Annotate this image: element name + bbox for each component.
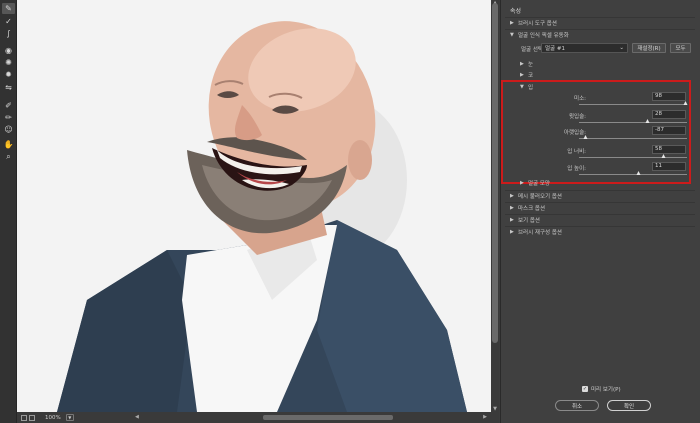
- slider-thumb[interactable]: [583, 135, 588, 139]
- scroll-left-icon[interactable]: ◀: [135, 414, 139, 421]
- section-load-mesh[interactable]: ▶ 메시 불러오기 옵션: [505, 190, 695, 200]
- expand-triangle-icon[interactable]: ▶: [510, 193, 518, 199]
- section-view-options[interactable]: ▶ 보기 옵션: [505, 214, 695, 224]
- horizontal-scrollbar[interactable]: ◀ ▶: [135, 414, 487, 421]
- slider-track[interactable]: [579, 101, 688, 105]
- expand-triangle-icon[interactable]: ▶: [510, 20, 518, 26]
- zoom-icon[interactable]: ⌕: [2, 151, 15, 162]
- collapse-triangle-icon[interactable]: ▼: [520, 84, 528, 90]
- slider-thumb[interactable]: [636, 171, 641, 175]
- slider-value-input[interactable]: 98: [652, 92, 686, 101]
- pucker-icon[interactable]: ✺: [2, 57, 15, 68]
- push-left-icon[interactable]: ⇋: [2, 82, 15, 93]
- preview-label: 미리 보기(P): [591, 387, 621, 393]
- bloat-icon[interactable]: ✹: [2, 69, 15, 80]
- vertical-scroll-thumb[interactable]: [492, 3, 498, 343]
- checkmark-icon[interactable]: ✓: [582, 386, 588, 392]
- slider-row: 미소: 98: [515, 92, 691, 110]
- cancel-button[interactable]: 취소: [555, 400, 599, 411]
- subsection-label: 눈: [528, 62, 534, 68]
- slider-value-input[interactable]: 58: [652, 145, 686, 154]
- ok-button[interactable]: 확인: [607, 400, 651, 411]
- scroll-right-icon[interactable]: ▶: [483, 414, 487, 421]
- vertical-scrollbar[interactable]: ▲ ▼: [491, 0, 499, 412]
- slider-value-input[interactable]: -87: [652, 126, 686, 135]
- subsection-eyes[interactable]: ▶ 눈: [515, 59, 533, 69]
- subsection-mouth[interactable]: ▼ 입: [515, 82, 533, 92]
- reset-button[interactable]: 재설정(R): [632, 43, 666, 53]
- section-label: 메시 불러오기 옵션: [518, 193, 562, 200]
- expand-triangle-icon[interactable]: ▶: [510, 205, 518, 211]
- section-label: 얼굴 인식 픽셀 유동화: [518, 32, 569, 39]
- section-label: 보기 옵션: [518, 217, 540, 224]
- face-select-value: 얼굴 #1: [545, 46, 565, 52]
- properties-panel: 속성 ▶ 브러시 도구 옵션 ▼ 얼굴 인식 픽셀 유동화 얼굴 선택: 얼굴 …: [500, 0, 700, 423]
- reconstruct-icon[interactable]: ✓: [2, 16, 15, 27]
- section-brush-reconstruct[interactable]: ▶ 브러시 재구성 옵션: [505, 226, 695, 236]
- preview-checkbox[interactable]: ✓ 미리 보기(P): [582, 385, 621, 393]
- horizontal-scroll-thumb[interactable]: [263, 415, 393, 420]
- subsection-label: 얼굴 모양: [528, 181, 550, 187]
- twirl-icon[interactable]: ◉: [2, 45, 15, 56]
- slider-track[interactable]: [579, 154, 687, 158]
- expand-triangle-icon[interactable]: ▶: [510, 229, 518, 235]
- tool-bar: ✎ ✓ ∫ ◉ ✺ ✹ ⇋ ✐ ✏ ☺ ✋ ⌕: [0, 0, 17, 423]
- expand-triangle-icon[interactable]: ▶: [520, 61, 528, 67]
- section-label: 브러시 도구 옵션: [518, 20, 557, 27]
- slider-track[interactable]: [579, 135, 687, 139]
- status-box-icon[interactable]: [21, 414, 27, 421]
- section-brush-tool-options[interactable]: ▶ 브러시 도구 옵션: [505, 17, 695, 27]
- section-mask-options[interactable]: ▶ 마스크 옵션: [505, 202, 695, 212]
- canvas-area[interactable]: [17, 0, 491, 412]
- panel-title: 속성: [510, 8, 522, 15]
- slider-thumb[interactable]: [661, 154, 666, 158]
- status-bar: 100% ▼ ◀ ▶: [17, 412, 499, 423]
- expand-triangle-icon[interactable]: ▶: [520, 72, 528, 78]
- slider-value-input[interactable]: 28: [652, 110, 686, 119]
- hand-icon[interactable]: ✋: [2, 139, 15, 150]
- subsection-label: 코: [528, 73, 534, 79]
- forward-warp-icon[interactable]: ✎: [2, 3, 15, 14]
- slider-row: 입 너비: 58: [515, 145, 691, 163]
- slider-thumb[interactable]: [645, 119, 650, 123]
- expand-triangle-icon[interactable]: ▶: [510, 217, 518, 223]
- subsection-face-shape[interactable]: ▶ 얼굴 모양: [515, 178, 550, 188]
- slider-label: 입 너비:: [567, 149, 586, 155]
- section-label: 브러시 재구성 옵션: [518, 229, 562, 236]
- subsection-nose[interactable]: ▶ 코: [515, 70, 533, 80]
- chevron-down-icon: ⌄: [619, 45, 624, 51]
- freeze-mask-icon[interactable]: ✐: [2, 100, 15, 111]
- slider-label: 입 높이:: [567, 166, 586, 172]
- slider-thumb[interactable]: [683, 101, 688, 105]
- expand-triangle-icon[interactable]: ▶: [520, 180, 528, 186]
- slider-track[interactable]: [579, 119, 687, 123]
- section-label: 마스크 옵션: [518, 205, 546, 212]
- portrait-photo: [17, 0, 491, 412]
- subsection-label: 입: [528, 85, 534, 91]
- section-face-aware-liquify[interactable]: ▼ 얼굴 인식 픽셀 유동화: [505, 29, 695, 39]
- zoom-level: 100%: [45, 414, 61, 421]
- slider-label: 윗입술:: [568, 114, 586, 120]
- slider-row: 아랫입술: -87: [515, 126, 691, 144]
- collapse-triangle-icon[interactable]: ▼: [510, 32, 518, 38]
- smooth-icon[interactable]: ∫: [2, 28, 15, 39]
- face-tool-icon[interactable]: ☺: [2, 124, 15, 135]
- zoom-dropdown-icon[interactable]: ▼: [65, 414, 74, 421]
- slider-value-input[interactable]: 11: [652, 162, 686, 171]
- thaw-mask-icon[interactable]: ✏: [2, 112, 15, 123]
- status-box-icon-2[interactable]: [29, 414, 35, 421]
- all-button[interactable]: 모두: [670, 43, 691, 53]
- face-select-dropdown[interactable]: 얼굴 #1 ⌄: [541, 43, 628, 53]
- slider-label: 미소:: [574, 96, 586, 102]
- slider-track[interactable]: [579, 171, 687, 175]
